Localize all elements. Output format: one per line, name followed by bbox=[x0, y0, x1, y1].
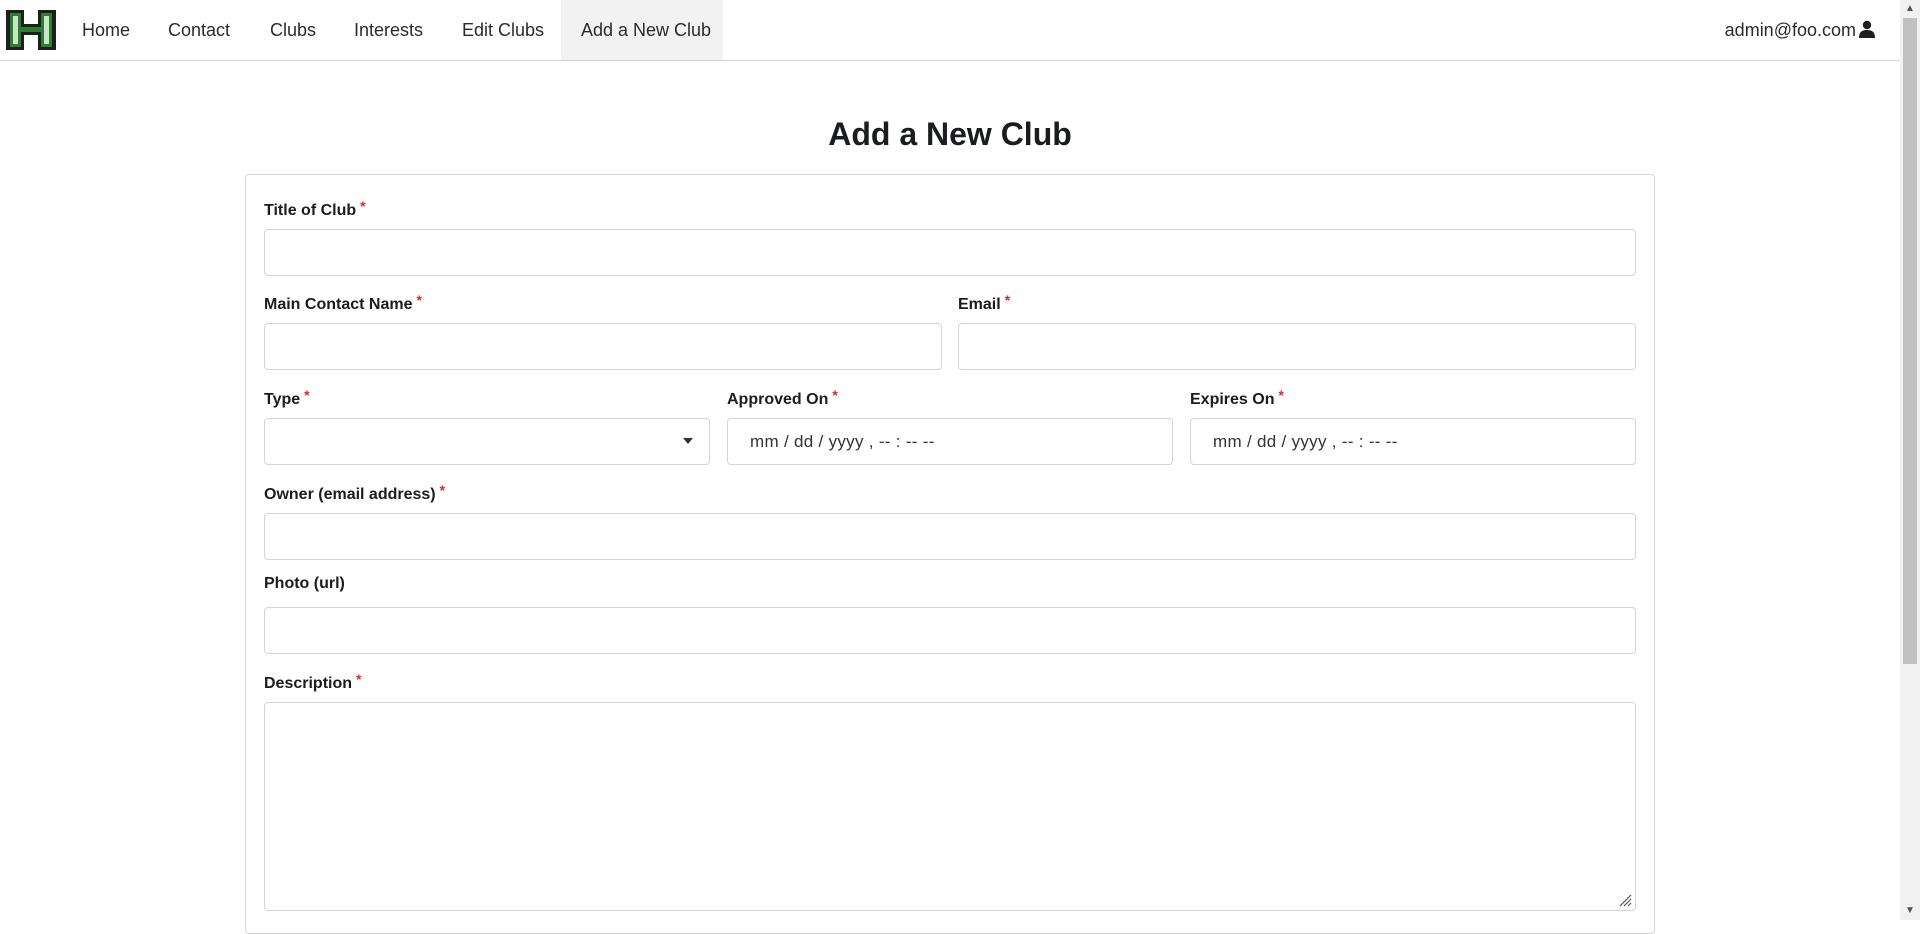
contact-field: Main Contact Name * bbox=[264, 289, 942, 370]
page-scrollbar[interactable]: ▲ ▼ bbox=[1900, 0, 1920, 920]
photo-label: Photo (url) bbox=[264, 575, 345, 592]
dropdown-caret-icon bbox=[683, 438, 693, 444]
nav-add-new-club[interactable]: Add a New Club bbox=[561, 0, 723, 60]
required-marker: * bbox=[356, 671, 362, 687]
contact-name-input[interactable] bbox=[264, 323, 942, 370]
nav-clubs[interactable]: Clubs bbox=[250, 0, 336, 60]
description-textarea[interactable] bbox=[264, 702, 1636, 911]
user-menu[interactable]: admin@foo.com bbox=[1725, 0, 1876, 60]
photo-field: Photo (url) bbox=[264, 573, 1636, 654]
title-field: Title of Club * bbox=[264, 195, 1636, 276]
date-placeholder: mm / dd / yyyy , -- : -- -- bbox=[1213, 432, 1398, 451]
page-title: Add a New Club bbox=[828, 116, 1072, 152]
email-input[interactable] bbox=[958, 323, 1636, 370]
required-marker: * bbox=[360, 198, 366, 214]
expires-on-field: Expires On * mm / dd / yyyy , -- : -- -- bbox=[1190, 384, 1636, 465]
expires-on-label: Expires On * bbox=[1190, 387, 1284, 408]
title-label: Title of Club * bbox=[264, 198, 366, 219]
scroll-down-arrow-icon[interactable]: ▼ bbox=[1900, 902, 1920, 920]
owner-field: Owner (email address) * bbox=[264, 479, 1636, 560]
nav-edit-clubs[interactable]: Edit Clubs bbox=[442, 0, 564, 60]
required-marker: * bbox=[832, 387, 838, 403]
description-field: Description * bbox=[264, 668, 1636, 911]
title-input[interactable] bbox=[264, 229, 1636, 276]
required-marker: * bbox=[1004, 292, 1011, 308]
type-label: Type * bbox=[264, 387, 310, 408]
user-icon bbox=[1859, 20, 1875, 38]
scroll-up-arrow-icon[interactable]: ▲ bbox=[1900, 0, 1920, 18]
description-label: Description * bbox=[264, 671, 362, 692]
required-marker: * bbox=[416, 292, 422, 308]
nav-interests[interactable]: Interests bbox=[334, 0, 443, 60]
user-email: admin@foo.com bbox=[1724, 20, 1856, 40]
owner-email-input[interactable] bbox=[264, 513, 1636, 560]
required-marker: * bbox=[304, 387, 310, 403]
approved-on-field: Approved On * mm / dd / yyyy , -- : -- -- bbox=[727, 384, 1173, 465]
owner-label: Owner (email address) * bbox=[264, 482, 446, 503]
date-placeholder: mm / dd / yyyy , -- : -- -- bbox=[750, 432, 935, 451]
type-select[interactable] bbox=[264, 418, 710, 465]
photo-url-input[interactable] bbox=[264, 607, 1636, 654]
approved-on-input[interactable]: mm / dd / yyyy , -- : -- -- bbox=[727, 418, 1173, 465]
nav-contact[interactable]: Contact bbox=[148, 0, 250, 60]
contact-label: Main Contact Name * bbox=[264, 292, 422, 313]
resize-grip-icon[interactable] bbox=[1618, 893, 1632, 907]
approved-on-label: Approved On * bbox=[727, 387, 838, 408]
email-label: Email * bbox=[958, 292, 1011, 313]
required-marker: * bbox=[1278, 387, 1284, 403]
required-marker: * bbox=[439, 482, 446, 498]
top-navbar: Home Contact Clubs Interests Edit Clubs … bbox=[0, 0, 1900, 61]
h-logo-icon[interactable] bbox=[4, 8, 58, 52]
email-field: Email * bbox=[958, 289, 1636, 370]
type-field: Type * bbox=[264, 384, 710, 465]
expires-on-input[interactable]: mm / dd / yyyy , -- : -- -- bbox=[1190, 418, 1636, 465]
nav-home[interactable]: Home bbox=[62, 0, 150, 60]
scroll-thumb[interactable] bbox=[1903, 18, 1917, 664]
add-club-form: Title of Club * Main Contact Name * Email *… bbox=[245, 174, 1655, 934]
